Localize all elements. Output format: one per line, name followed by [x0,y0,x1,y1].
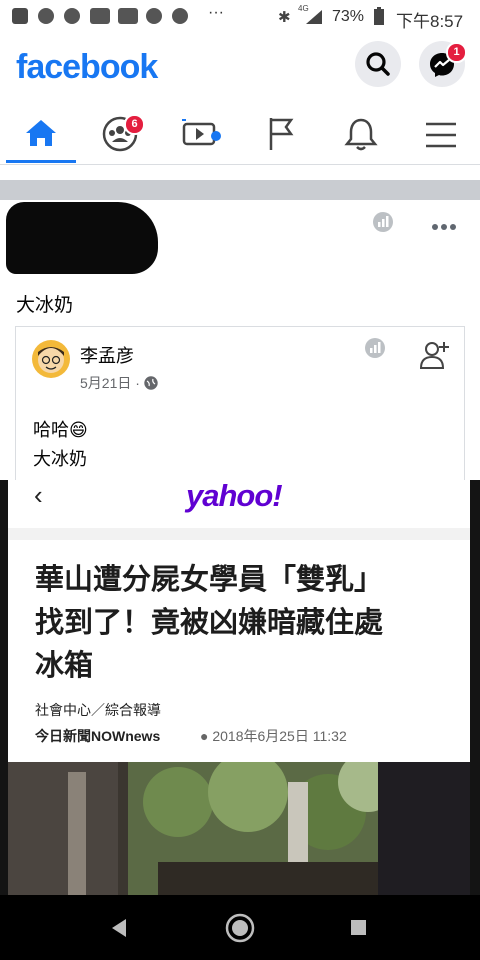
article-source: 今日新聞NOWnews [35,728,161,744]
tab-notifications[interactable] [326,108,396,162]
dot [450,224,456,230]
menu-icon [426,122,456,148]
youtube-icon [90,8,110,24]
bluetooth-icon: ✱ [278,9,291,26]
chat-app-icon [172,8,188,24]
recents-nav-icon[interactable] [350,919,368,937]
shared-post-date: 5月21日 · [80,373,158,393]
headline-line-3: 冰箱 [35,650,94,682]
shared-date-text: 5月21日 · [80,375,144,391]
dot [441,224,447,230]
insights-icon[interactable] [372,211,394,233]
battery-icon [374,7,384,25]
yahoo-logo: yahoo! [186,478,283,513]
back-nav-icon[interactable] [108,917,130,939]
groups-badge: 6 [124,114,145,135]
active-tab-indicator [6,160,76,163]
article-byline: 社會中心／綜合報導 [35,702,161,718]
search-icon [366,52,390,76]
android-navigation-bar [0,895,480,960]
tab-groups[interactable] [86,108,156,162]
headline-line-1: 華山遭分屍女學員「雙乳」 [35,564,384,596]
article-photo [8,762,470,895]
battery-percent: 73% [332,8,365,25]
youtube-icon-2 [118,8,138,24]
headline-line-2: 找到了！竟被凶嫌暗藏住處 [35,607,384,639]
home-nav-icon[interactable] [224,912,256,944]
shared-text-line-2: 大冰奶 [33,449,87,469]
signal-icon [306,10,322,24]
flag-icon [269,118,294,150]
header-divider [0,164,480,165]
q-app-icon [146,8,162,24]
dot [432,224,438,230]
clock: 下午8:57 [396,12,464,31]
home-icon [26,120,56,146]
status-bar: ··· ✱ 4G 73% 下午8:57 [0,0,480,34]
add-friend-icon[interactable] [418,338,452,372]
post-more-options-button[interactable] [430,224,460,232]
avatar-face [38,347,64,373]
tab-menu[interactable] [406,108,476,162]
feed-separator [0,180,480,200]
search-button[interactable] [355,41,401,87]
redacted-author-block [6,202,158,274]
heart-app-icon [38,8,54,24]
shared-text-line-1: 哈哈😄 [33,420,88,440]
article-datetime: ● 2018年6月25日 11:32 [200,728,347,744]
shared-author-name[interactable]: 李孟彦 [80,342,134,368]
outdoor-scene-image [8,762,470,895]
more-notifications-dots: ··· [208,4,224,21]
facebook-notification-icon [12,8,28,24]
bell-icon [344,118,378,151]
back-arrow-icon: ‹ [34,480,43,510]
facebook-logo[interactable]: facebook [16,48,158,87]
groups-icon [102,116,138,152]
watch-icon [182,119,221,146]
avatar[interactable] [32,340,70,378]
tab-watch[interactable] [166,108,236,162]
post-text: 大冰奶 [16,295,74,316]
tab-home[interactable] [6,108,76,162]
pinterest-icon [64,8,80,24]
messenger-badge: 1 [446,42,467,63]
bar-shadow [8,528,470,540]
tab-pages[interactable] [246,108,316,162]
globe-icon [144,376,158,390]
shared-insights-icon[interactable] [364,337,386,359]
